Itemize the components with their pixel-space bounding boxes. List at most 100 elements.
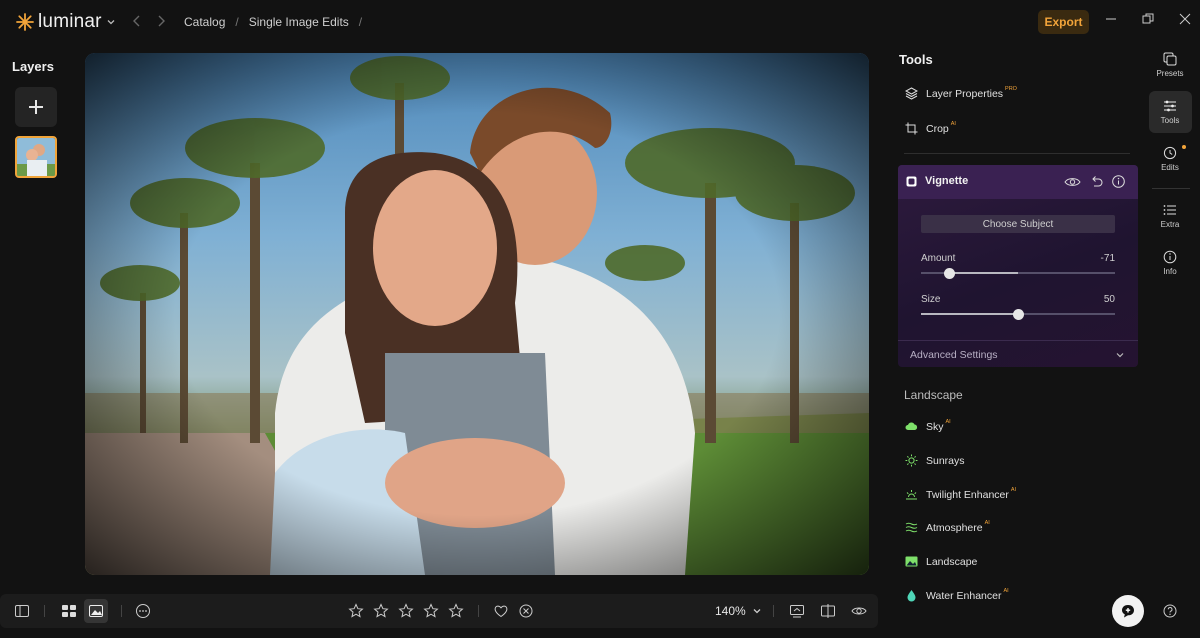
tool-label: Landscape — [926, 555, 978, 568]
size-slider[interactable] — [921, 309, 1115, 320]
rail-presets[interactable]: Presets — [1150, 52, 1190, 78]
preview-eye-icon[interactable] — [851, 603, 867, 619]
tools-title: Tools — [899, 52, 933, 67]
star-rating-4-icon[interactable] — [423, 603, 439, 619]
single-image-view-icon[interactable] — [88, 603, 104, 619]
forward-arrow-icon[interactable] — [154, 14, 168, 28]
crop-icon — [905, 122, 918, 135]
info-icon — [1163, 250, 1177, 264]
layer-thumbnail[interactable] — [15, 136, 57, 178]
pro-badge: PRO — [1005, 85, 1017, 92]
layers-icon — [905, 87, 918, 100]
size-value: 50 — [1103, 294, 1115, 305]
luminar-star-icon — [16, 13, 34, 31]
add-layer-button[interactable] — [15, 87, 57, 127]
chevron-down-icon[interactable] — [1115, 350, 1125, 360]
size-label: Size — [921, 294, 941, 305]
list-icon — [1163, 205, 1176, 215]
help-icon[interactable] — [1163, 604, 1177, 618]
slider-thumb[interactable] — [1012, 309, 1024, 320]
fit-screen-icon[interactable] — [789, 603, 805, 619]
rail-label: Extra — [1160, 220, 1180, 229]
tool-atmosphere[interactable]: Atmosphere AI — [905, 519, 990, 534]
zoom-dropdown[interactable]: 140% — [715, 604, 762, 618]
bottom-toolbar: 140% — [0, 594, 878, 628]
minimize-icon[interactable] — [1104, 12, 1118, 26]
star-rating-1-icon[interactable] — [348, 603, 364, 619]
tool-layer-properties[interactable]: Layer Properties PRO — [905, 85, 1017, 100]
tool-landscape[interactable]: Landscape — [905, 555, 977, 568]
compare-icon[interactable] — [820, 603, 836, 619]
divider — [898, 340, 1138, 341]
tool-water-enhancer[interactable]: Water Enhancer AI — [905, 588, 1009, 602]
amount-value: -71 — [1100, 253, 1115, 264]
history-icon — [1163, 146, 1177, 160]
amount-label: Amount — [921, 253, 956, 264]
tool-twilight-enhancer[interactable]: Twilight Enhancer AI — [905, 486, 1017, 501]
image-icon — [905, 556, 918, 567]
divider — [904, 153, 1130, 154]
visibility-eye-icon[interactable] — [1064, 176, 1081, 188]
close-icon[interactable] — [1178, 12, 1192, 26]
tool-crop[interactable]: Crop AI — [905, 120, 956, 135]
back-arrow-icon[interactable] — [130, 14, 144, 28]
slider-fill — [921, 313, 1018, 315]
rail-label: Info — [1163, 267, 1177, 276]
ai-badge: AI — [950, 120, 956, 127]
ai-badge: AI — [1010, 486, 1017, 493]
heart-icon[interactable] — [493, 603, 509, 619]
more-options-icon[interactable] — [135, 603, 151, 619]
ai-badge: AI — [945, 418, 951, 425]
app-logo[interactable]: luminar — [16, 11, 116, 33]
restore-icon[interactable] — [1141, 12, 1155, 26]
amount-slider[interactable] — [921, 268, 1115, 279]
tool-label: Sky — [926, 420, 944, 433]
rail-extra[interactable]: Extra — [1150, 203, 1190, 229]
breadcrumb: Catalog / Single Image Edits / — [184, 15, 362, 29]
grid-view-icon[interactable] — [61, 603, 77, 619]
breadcrumb-catalog[interactable]: Catalog — [184, 15, 225, 29]
tool-sky[interactable]: Sky AI — [905, 418, 951, 433]
divider — [478, 605, 479, 617]
divider — [121, 605, 122, 617]
star-rating-2-icon[interactable] — [373, 603, 389, 619]
tool-label: Layer Properties — [926, 87, 1004, 100]
chevron-down-icon — [753, 609, 761, 614]
chevron-down-icon — [107, 20, 115, 25]
info-icon[interactable] — [1112, 175, 1125, 188]
tool-label: Crop — [926, 122, 949, 135]
rail-info[interactable]: Info — [1150, 250, 1190, 276]
star-rating-5-icon[interactable] — [448, 603, 464, 619]
star-rating-3-icon[interactable] — [398, 603, 414, 619]
layer-photo-thumbnail — [17, 138, 55, 176]
advanced-settings-toggle[interactable]: Advanced Settings — [910, 349, 998, 361]
landscape-section-title: Landscape — [904, 388, 963, 402]
rail-label: Presets — [1156, 69, 1184, 78]
tool-sunrays[interactable]: Sunrays — [905, 454, 965, 467]
layers-title: Layers — [12, 59, 54, 74]
divider — [773, 605, 774, 617]
tool-label: Atmosphere — [926, 521, 983, 534]
rail-tools[interactable]: Tools — [1150, 99, 1190, 125]
toggle-sidebar-icon[interactable] — [14, 603, 30, 619]
tool-label: Sunrays — [926, 454, 965, 467]
breadcrumb-separator: / — [358, 15, 363, 29]
reset-undo-icon[interactable] — [1090, 175, 1103, 188]
twilight-icon — [906, 490, 917, 500]
plus-icon — [29, 100, 43, 114]
app-name: luminar — [38, 11, 102, 32]
vignette-title: Vignette — [925, 175, 969, 187]
photo-canvas[interactable] — [85, 53, 869, 575]
reject-icon[interactable] — [518, 603, 534, 619]
breadcrumb-single-image-edits[interactable]: Single Image Edits — [249, 15, 349, 29]
chat-bubble-icon — [1122, 605, 1134, 618]
slider-thumb[interactable] — [943, 268, 955, 279]
rail-edits[interactable]: Edits — [1150, 146, 1190, 172]
ai-badge: AI — [984, 519, 990, 526]
tool-label: Water Enhancer — [926, 589, 1002, 602]
rail-label: Edits — [1161, 163, 1179, 172]
export-button[interactable]: Export — [1038, 10, 1089, 34]
choose-subject-button[interactable]: Choose Subject — [921, 215, 1115, 233]
breadcrumb-separator: / — [235, 15, 239, 29]
feedback-chat-button[interactable] — [1112, 595, 1144, 627]
